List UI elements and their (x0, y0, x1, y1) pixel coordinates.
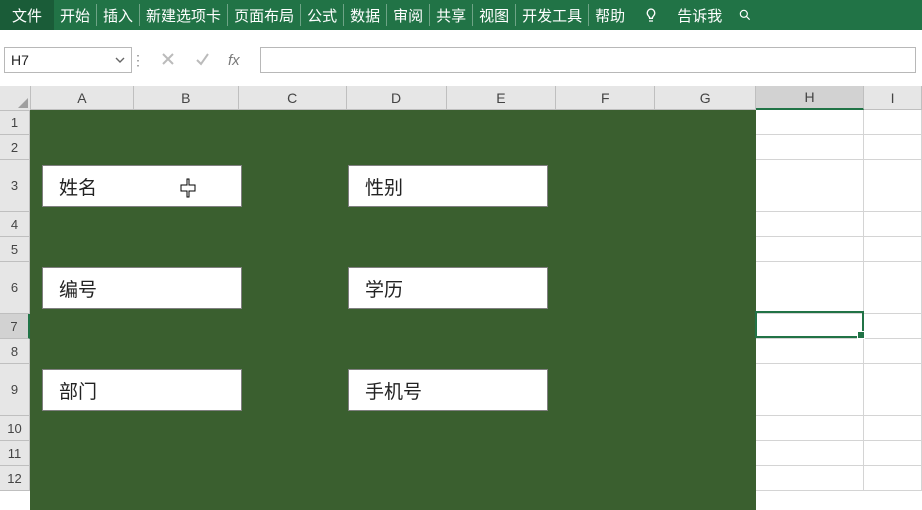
row-header-4[interactable]: 4 (0, 212, 30, 237)
lightbulb-icon[interactable] (637, 0, 665, 30)
cell[interactable] (864, 212, 922, 237)
cell[interactable] (864, 466, 922, 491)
tab-new-tab[interactable]: 新建选项卡 (140, 0, 227, 30)
cancel-icon[interactable] (160, 51, 176, 70)
row-header-12[interactable]: 12 (0, 466, 30, 491)
tab-file[interactable]: 文件 (0, 0, 54, 30)
cell[interactable] (864, 339, 922, 364)
row-header-6[interactable]: 6 (0, 262, 30, 314)
search-icon[interactable] (732, 0, 758, 30)
tab-formulas[interactable]: 公式 (301, 0, 343, 30)
cell[interactable] (756, 416, 864, 441)
textbox-phone[interactable]: 手机号 (348, 369, 548, 411)
enter-icon[interactable] (194, 51, 210, 70)
cell[interactable] (864, 237, 922, 262)
cell[interactable] (864, 416, 922, 441)
cell[interactable] (756, 237, 864, 262)
textbox-gender[interactable]: 性别 (348, 165, 548, 207)
cell[interactable] (756, 314, 864, 339)
formula-bar-row: H7 ⋮ fx (0, 46, 922, 74)
col-header-A[interactable]: A (31, 86, 134, 110)
cell[interactable] (864, 135, 922, 160)
cell[interactable] (864, 314, 922, 339)
row-header-3[interactable]: 3 (0, 160, 30, 212)
row-header-2[interactable]: 2 (0, 135, 30, 160)
col-header-B[interactable]: B (134, 86, 239, 110)
cell[interactable] (756, 160, 864, 212)
col-header-G[interactable]: G (655, 86, 756, 110)
cell[interactable] (864, 262, 922, 314)
tab-home[interactable]: 开始 (54, 0, 96, 30)
cell[interactable] (756, 364, 864, 416)
cell[interactable] (756, 212, 864, 237)
tab-data[interactable]: 数据 (344, 0, 386, 30)
spreadsheet-grid[interactable]: A B C D E F G H I 123456789101112 姓名 性别 … (0, 86, 922, 510)
row-header-8[interactable]: 8 (0, 339, 30, 364)
row-header-1[interactable]: 1 (0, 110, 30, 135)
cell[interactable] (864, 364, 922, 416)
tab-share[interactable]: 共享 (430, 0, 472, 30)
row-header-5[interactable]: 5 (0, 237, 30, 262)
textbox-education[interactable]: 学历 (348, 267, 548, 309)
row-header-11[interactable]: 11 (0, 441, 30, 466)
cell[interactable] (756, 110, 864, 135)
row-header-7[interactable]: 7 (0, 314, 30, 339)
tab-help[interactable]: 帮助 (589, 0, 631, 30)
cell[interactable] (756, 262, 864, 314)
name-box-value: H7 (11, 52, 29, 68)
col-header-H[interactable]: H (756, 86, 864, 110)
tab-review[interactable]: 审阅 (387, 0, 429, 30)
col-header-I[interactable]: I (864, 86, 922, 110)
tab-developer[interactable]: 开发工具 (516, 0, 588, 30)
col-header-F[interactable]: F (556, 86, 655, 110)
tab-view[interactable]: 视图 (473, 0, 515, 30)
row-header-10[interactable]: 10 (0, 416, 30, 441)
select-all-corner[interactable] (0, 86, 31, 111)
formula-bar-buttons: fx (142, 47, 260, 73)
cell[interactable] (864, 160, 922, 212)
col-header-C[interactable]: C (239, 86, 347, 110)
formula-bar-grip[interactable]: ⋮ (132, 47, 142, 73)
textbox-department[interactable]: 部门 (42, 369, 242, 411)
cell[interactable] (756, 135, 864, 160)
tell-me[interactable]: 告诉我 (671, 0, 728, 30)
cell[interactable] (756, 339, 864, 364)
row-header-9[interactable]: 9 (0, 364, 30, 416)
textbox-name[interactable]: 姓名 (42, 165, 242, 207)
textbox-id[interactable]: 编号 (42, 267, 242, 309)
fx-button[interactable]: fx (228, 52, 250, 69)
name-box-dropdown-icon[interactable] (115, 52, 125, 68)
cell[interactable] (864, 110, 922, 135)
column-headers: A B C D E F G H I (0, 86, 922, 110)
col-header-E[interactable]: E (447, 86, 557, 110)
name-box[interactable]: H7 (4, 47, 132, 73)
cell[interactable] (756, 441, 864, 466)
cell[interactable] (756, 466, 864, 491)
tab-insert[interactable]: 插入 (97, 0, 139, 30)
formula-input[interactable] (260, 47, 916, 73)
col-header-D[interactable]: D (347, 86, 447, 110)
cell[interactable] (864, 441, 922, 466)
ribbon-tabs: 文件 开始 插入 新建选项卡 页面布局 公式 数据 审阅 共享 视图 开发工具 … (0, 0, 922, 30)
tab-page-layout[interactable]: 页面布局 (228, 0, 300, 30)
